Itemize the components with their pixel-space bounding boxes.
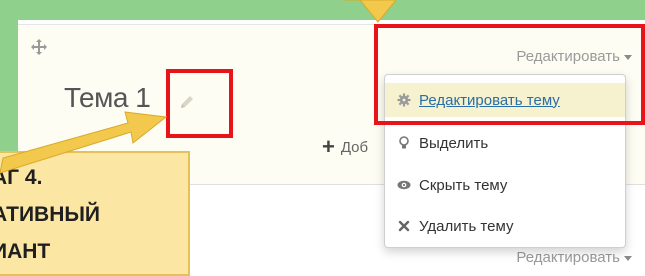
arrow-to-edit-menu: [343, 0, 397, 23]
arrow-to-pencil: [0, 111, 168, 174]
annotation-arrows: [0, 0, 397, 174]
